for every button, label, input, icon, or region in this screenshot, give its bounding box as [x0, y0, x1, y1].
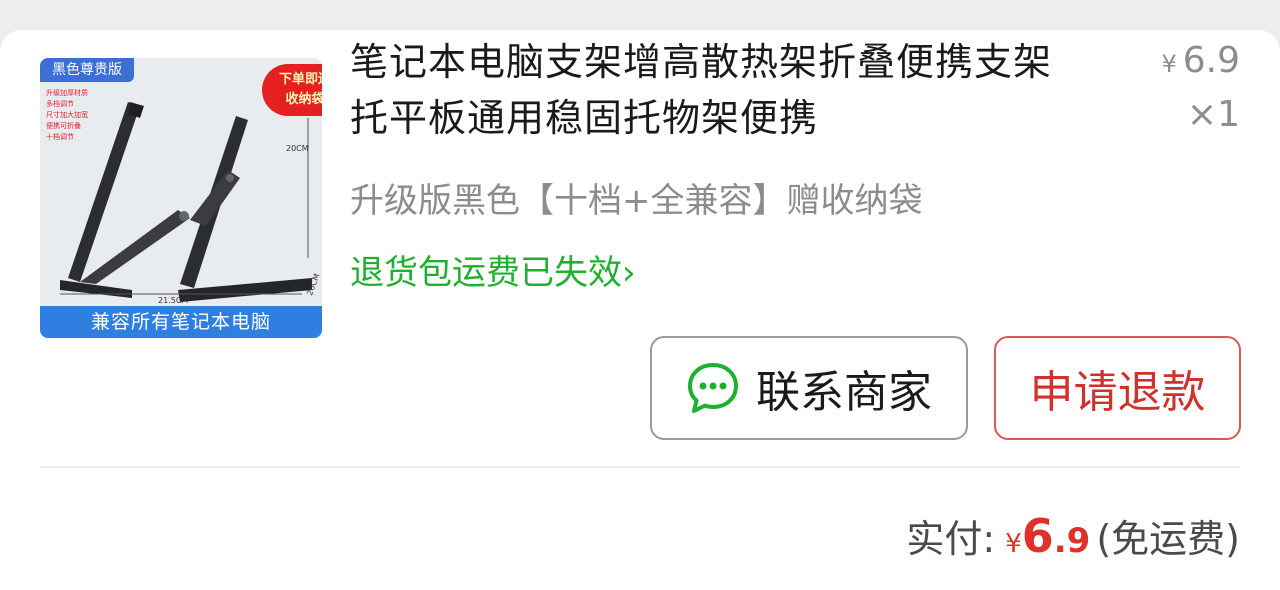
gift-badge-line2: 收纳袋	[285, 92, 322, 107]
gift-badge: 下单即送 收纳袋	[262, 64, 322, 116]
feature-bullet: 十档调节	[46, 133, 74, 141]
return-shipping-link[interactable]: 退货包运费已失效›	[350, 248, 636, 298]
unit-price: ¥6.9	[1161, 40, 1240, 81]
shipping-note: (免运费)	[1096, 517, 1240, 561]
payment-summary: 实付: ¥6.9 (免运费)	[906, 508, 1240, 563]
sku-spec: 升级版黑色【十档+全兼容】赠收纳袋	[350, 181, 923, 221]
feature-bullet: 尺寸加大加宽	[46, 111, 88, 119]
contact-merchant-label: 联系商家	[756, 367, 932, 418]
request-refund-button[interactable]: 申请退款	[994, 336, 1241, 440]
thumbnail-footer: 兼容所有笔记本电脑	[40, 306, 322, 338]
gift-badge-line1: 下单即送	[278, 72, 322, 87]
paid-amount-integer: 6	[1021, 509, 1054, 563]
product-title[interactable]: 笔记本电脑支架增高散热架折叠便携支架托平板通用稳固托物架便携	[350, 34, 1080, 146]
unit-price-value: 6.9	[1182, 40, 1240, 81]
order-item-card: 黑色尊贵版 下单即送 收纳袋 升级加厚材质 多档调节 尺寸加大加宽 便携可折叠 …	[0, 30, 1280, 590]
dimension-width: 21.5CM	[158, 296, 189, 305]
request-refund-label: 申请退款	[1029, 367, 1206, 418]
contact-merchant-button[interactable]: 联系商家	[650, 336, 968, 440]
feature-bullet: 多档调节	[46, 100, 74, 108]
divider	[40, 466, 1240, 468]
paid-currency-symbol: ¥	[1005, 529, 1022, 559]
quantity: ×1	[1186, 94, 1240, 135]
feature-bullets: 升级加厚材质 多档调节 尺寸加大加宽 便携可折叠 十档调节	[46, 88, 88, 143]
feature-bullet: 升级加厚材质	[46, 89, 88, 97]
product-thumbnail[interactable]: 黑色尊贵版 下单即送 收纳袋 升级加厚材质 多档调节 尺寸加大加宽 便携可折叠 …	[40, 58, 322, 338]
chat-bubble-icon	[686, 361, 740, 415]
chevron-right-icon: ›	[622, 253, 636, 293]
paid-amount-decimal: .9	[1053, 521, 1091, 561]
paid-label: 实付:	[906, 517, 996, 561]
thumbnail-tag: 黑色尊贵版	[40, 58, 134, 82]
currency-symbol: ¥	[1161, 50, 1177, 78]
dimension-height: 20CM	[286, 144, 309, 153]
return-shipping-label: 退货包运费已失效	[350, 253, 622, 293]
feature-bullet: 便携可折叠	[46, 122, 81, 130]
